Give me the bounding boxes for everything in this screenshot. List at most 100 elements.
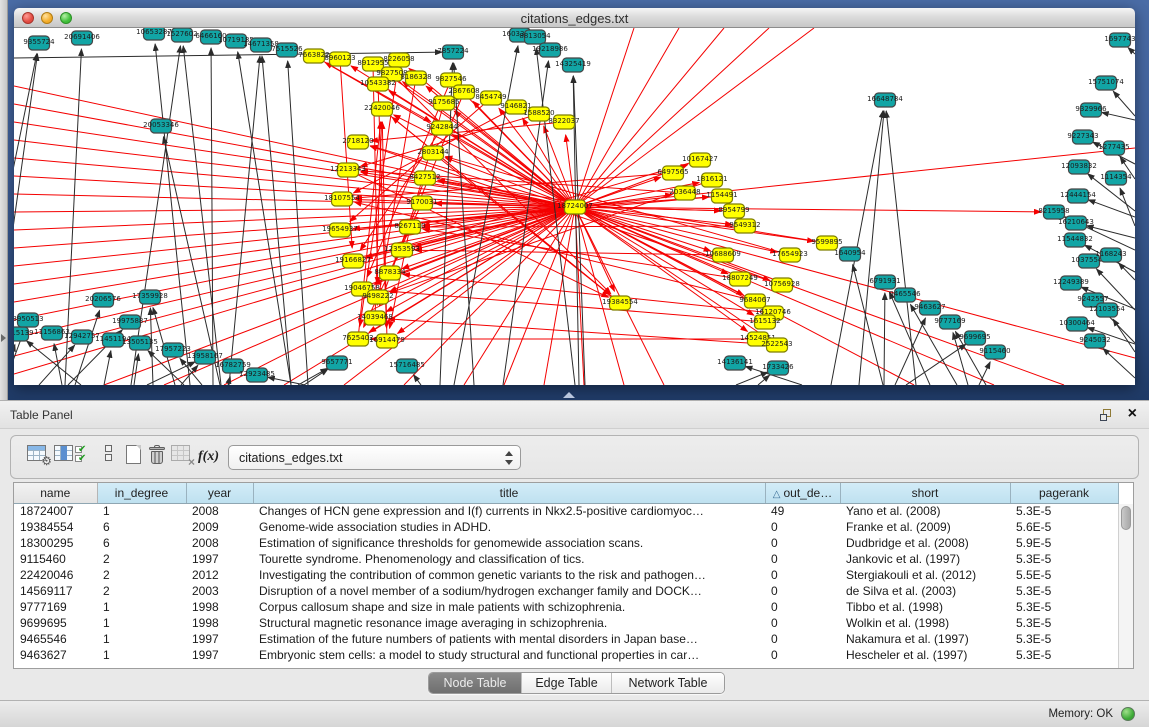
- node-attribute-table: name in_degree year title △out_de… short…: [14, 483, 1119, 663]
- svg-text:19384554: 19384554: [602, 298, 638, 306]
- table-row[interactable]: 946554611997Estimation of the future num…: [14, 631, 1118, 647]
- column-checklist-icon[interactable]: ✔ ✔: [75, 445, 93, 463]
- svg-text:20206576: 20206576: [85, 295, 121, 303]
- svg-text:16210643: 16210643: [1058, 218, 1094, 226]
- svg-text:12444154: 12444154: [1060, 191, 1096, 199]
- svg-text:10300464: 10300464: [1059, 319, 1095, 327]
- table-row[interactable]: 969969511998Structural magnetic resonanc…: [14, 615, 1118, 631]
- svg-text:6791931: 6791931: [869, 277, 900, 285]
- float-panel-icon[interactable]: [1100, 409, 1113, 422]
- column-header-pagerank[interactable]: pagerank: [1010, 483, 1118, 503]
- svg-text:12093832: 12093832: [1061, 162, 1097, 170]
- svg-text:20691406: 20691406: [64, 33, 100, 41]
- svg-text:12353593: 12353593: [384, 245, 420, 253]
- close-panel-icon[interactable]: ×: [1128, 405, 1137, 423]
- svg-text:10688609: 10688609: [705, 250, 741, 258]
- svg-text:17359928: 17359928: [132, 292, 168, 300]
- table-row[interactable]: 911546021997Tourette syndrome. Phenomeno…: [14, 551, 1118, 567]
- svg-text:15751074: 15751074: [1088, 78, 1124, 86]
- scrollbar-thumb[interactable]: [1121, 506, 1131, 530]
- stacked-rows-icon[interactable]: [105, 445, 114, 463]
- column-header-short[interactable]: short: [840, 483, 1010, 503]
- svg-text:1733426: 1733426: [762, 363, 794, 371]
- svg-text:9115460: 9115460: [979, 347, 1010, 355]
- svg-text:17957223: 17957223: [155, 345, 191, 353]
- table-row[interactable]: 977716911998Corpus callosum shape and si…: [14, 599, 1118, 615]
- select-column-icon[interactable]: [54, 445, 73, 461]
- table-panel: Table Panel × ⚙ ✔ ✔: [0, 400, 1149, 700]
- svg-text:16914479: 16914479: [369, 336, 405, 344]
- svg-text:9170031: 9170031: [406, 198, 437, 206]
- svg-text:9699695: 9699695: [959, 333, 990, 341]
- table-row[interactable]: 2242004622012Investigating the contribut…: [14, 567, 1118, 583]
- table-row[interactable]: 946362711997Embryonic stem cells: a mode…: [14, 647, 1118, 663]
- svg-text:12103554: 12103554: [1089, 305, 1125, 313]
- svg-text:22420046: 22420046: [364, 104, 400, 112]
- svg-text:9355724: 9355724: [23, 38, 55, 46]
- svg-text:11156863: 11156863: [34, 328, 70, 336]
- svg-text:12249389: 12249389: [1053, 278, 1089, 286]
- svg-text:16782759: 16782759: [215, 361, 251, 369]
- node-table: name in_degree year title △out_de… short…: [13, 482, 1134, 669]
- svg-text:7857224: 7857224: [437, 47, 469, 55]
- column-header-in-degree[interactable]: in_degree: [97, 483, 186, 503]
- svg-text:16648784: 16648784: [867, 95, 903, 103]
- svg-text:1168243: 1168243: [1095, 250, 1126, 258]
- svg-text:19975887: 19975887: [112, 317, 148, 325]
- svg-text:13958167: 13958167: [187, 352, 223, 360]
- svg-text:9657771: 9657771: [321, 358, 352, 366]
- svg-text:14039468: 14039468: [357, 313, 393, 321]
- table-row[interactable]: 1872400712008Changes of HCN gene express…: [14, 503, 1118, 519]
- collapsed-side-panel[interactable]: [0, 0, 8, 400]
- svg-text:8454749: 8454749: [475, 93, 506, 101]
- svg-text:19654937: 19654937: [322, 225, 358, 233]
- svg-text:8950513: 8950513: [14, 315, 44, 323]
- table-row[interactable]: 1830029562008Estimation of significance …: [14, 535, 1118, 551]
- svg-text:1640954: 1640954: [834, 249, 866, 257]
- pane-splitter-handle[interactable]: [563, 392, 575, 398]
- network-table-select[interactable]: citations_edges.txt: [228, 445, 521, 470]
- svg-text:9242844: 9242844: [426, 123, 458, 131]
- column-header-name[interactable]: name: [14, 483, 97, 503]
- svg-text:13505135: 13505135: [122, 338, 158, 346]
- tab-node-table[interactable]: Node Table: [429, 673, 521, 693]
- svg-text:9549312: 9549312: [729, 221, 760, 229]
- svg-text:20053346: 20053346: [143, 121, 179, 129]
- new-document-icon[interactable]: [126, 445, 141, 464]
- application-window: citations_edges.txt 93557242069140610653…: [0, 0, 1149, 727]
- memory-status-icon[interactable]: [1121, 707, 1135, 721]
- table-options-icon[interactable]: ⚙: [27, 445, 46, 461]
- svg-text:15716485: 15716485: [389, 361, 425, 369]
- column-header-year[interactable]: year: [186, 483, 253, 503]
- network-canvas[interactable]: 9355724206914061065328715276026466160107…: [14, 28, 1135, 385]
- table-type-tabs: Node Table Edge Table Network Table: [428, 672, 725, 694]
- svg-text:6497565: 6497565: [657, 168, 688, 176]
- svg-text:1588520: 1588520: [523, 109, 554, 117]
- svg-text:19218986: 19218986: [532, 45, 568, 53]
- svg-text:1114354: 1114354: [1100, 173, 1132, 181]
- trash-icon[interactable]: [149, 445, 166, 465]
- table-vertical-scrollbar[interactable]: [1118, 504, 1133, 668]
- tab-edge-table[interactable]: Edge Table: [521, 673, 611, 693]
- svg-text:1615132: 1615132: [749, 317, 780, 325]
- function-builder-icon[interactable]: f(x): [198, 447, 219, 465]
- table-row[interactable]: 1938455462009Genome-wide association stu…: [14, 519, 1118, 535]
- window-titlebar[interactable]: citations_edges.txt: [14, 8, 1135, 28]
- tab-network-table[interactable]: Network Table: [611, 673, 724, 693]
- svg-text:7663822: 7663822: [298, 51, 329, 59]
- expand-panel-arrow-icon[interactable]: [1, 334, 6, 342]
- table-row[interactable]: 1456911722003Disruption of a novel membe…: [14, 583, 1118, 599]
- svg-text:9227343: 9227343: [1067, 132, 1098, 140]
- svg-text:1277435: 1277435: [1098, 143, 1129, 151]
- svg-text:10543382: 10543382: [360, 79, 396, 87]
- table-panel-title: Table Panel: [10, 408, 73, 422]
- svg-text:8267110: 8267110: [394, 222, 425, 230]
- svg-text:2522543: 2522543: [761, 340, 792, 348]
- column-header-out-degree[interactable]: △out_de…: [765, 483, 840, 503]
- svg-text:18107554: 18107554: [324, 194, 360, 202]
- svg-text:3915139: 3915139: [14, 329, 34, 337]
- svg-text:9827546: 9827546: [435, 75, 467, 83]
- svg-text:17654923: 17654923: [772, 250, 808, 258]
- svg-text:10167427: 10167427: [682, 155, 718, 163]
- column-header-title[interactable]: title: [253, 483, 765, 503]
